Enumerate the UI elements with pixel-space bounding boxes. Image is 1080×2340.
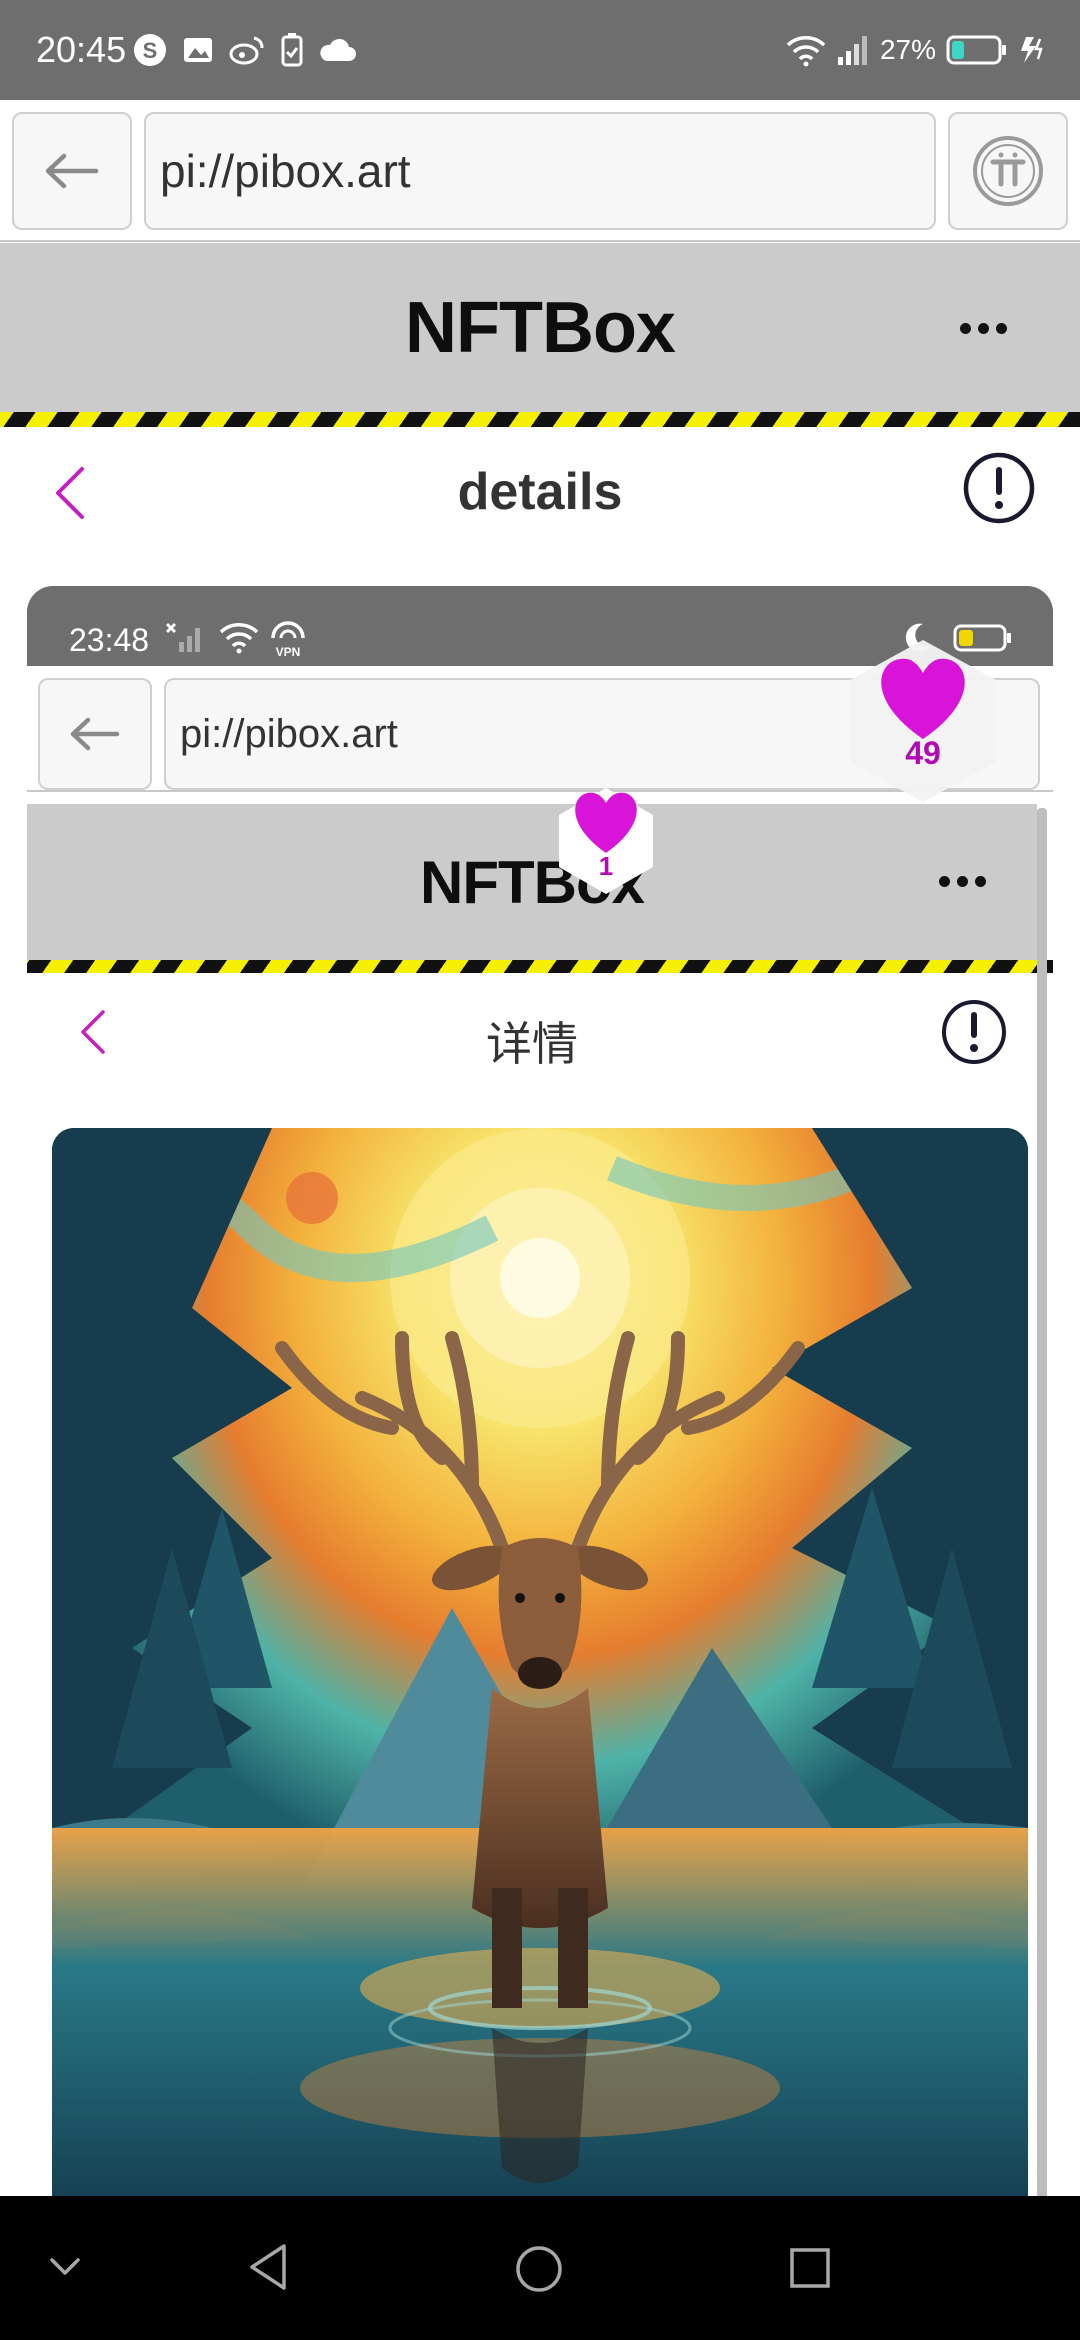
- url-field[interactable]: pi://pibox.art: [144, 112, 936, 230]
- hazard-stripe: [0, 412, 1080, 427]
- inner-status-time: 23:48: [69, 622, 150, 658]
- artwork-canvas: [52, 1128, 1028, 2206]
- more-horizontal-icon[interactable]: [960, 323, 1007, 334]
- exclamation-circle-icon[interactable]: [940, 998, 1008, 1066]
- inner-url-text: pi://pibox.art: [180, 711, 398, 756]
- like-count: 49: [905, 734, 941, 771]
- heart-icon: [881, 658, 965, 739]
- wifi-icon: [786, 36, 826, 67]
- vpn-label: VPN: [276, 645, 301, 658]
- chevron-down-icon[interactable]: [48, 2254, 82, 2278]
- vpn-icon: VPN: [271, 621, 305, 658]
- svg-text:S: S: [143, 38, 158, 63]
- inner-page-header: 详情: [27, 972, 1037, 1098]
- status-bar: 20:45 S 27%: [0, 0, 1080, 100]
- cloud-icon: [320, 38, 356, 61]
- back-triangle-icon[interactable]: [246, 2242, 290, 2292]
- like-badge[interactable]: 49: [838, 636, 1008, 806]
- pi-logo-icon: [973, 136, 1043, 206]
- url-text: pi://pibox.art: [160, 145, 411, 197]
- arrow-left-icon: [70, 717, 120, 751]
- deer-painting-image[interactable]: [52, 1128, 1028, 2206]
- android-nav-bar: [0, 2196, 1080, 2340]
- browser-back-button[interactable]: [12, 112, 132, 230]
- app-title: NFTBox: [405, 288, 676, 368]
- recents-square-icon[interactable]: [788, 2246, 832, 2290]
- page-header: details: [0, 427, 1080, 557]
- status-time: 20:45: [36, 29, 127, 70]
- page-title: details: [457, 463, 623, 521]
- home-circle-icon[interactable]: [514, 2244, 564, 2294]
- battery-percent: 27%: [879, 34, 936, 65]
- pi-browser-button[interactable]: [948, 112, 1068, 230]
- exclamation-circle-icon[interactable]: [962, 451, 1036, 525]
- arrow-left-icon: [45, 153, 99, 189]
- heart-icon: [575, 792, 637, 853]
- weibo-icon: [229, 36, 264, 65]
- wifi-icon: [219, 623, 259, 654]
- more-horizontal-icon[interactable]: [939, 876, 986, 887]
- s-badge-icon: S: [134, 34, 166, 66]
- status-left-icons: S: [132, 30, 356, 70]
- battery-saver-icon: [281, 33, 303, 67]
- browser-toolbar: pi://pibox.art: [0, 100, 1080, 242]
- inner-like-count: 1: [598, 850, 614, 881]
- no-signal-icon: [165, 622, 200, 652]
- inner-app-header: NFTBox: [27, 804, 1037, 960]
- inner-back-button[interactable]: [38, 678, 152, 790]
- image-icon: [184, 38, 212, 62]
- battery-icon: [946, 35, 1006, 65]
- inner-scrollbar[interactable]: [1037, 808, 1047, 2206]
- inner-like-badge[interactable]: 1: [551, 786, 661, 896]
- inner-page-title: 详情: [486, 1018, 578, 1070]
- status-right-icons: 27%: [786, 28, 1050, 72]
- inner-app-title: NFTBox: [420, 849, 645, 916]
- charging-icon: [1021, 37, 1043, 63]
- app-header: NFTBox: [0, 243, 1080, 412]
- nft-image-card[interactable]: 23:48 VPN pi://pibox.art NFTBox 详情 1: [27, 586, 1053, 2206]
- signal-icon: [837, 36, 867, 65]
